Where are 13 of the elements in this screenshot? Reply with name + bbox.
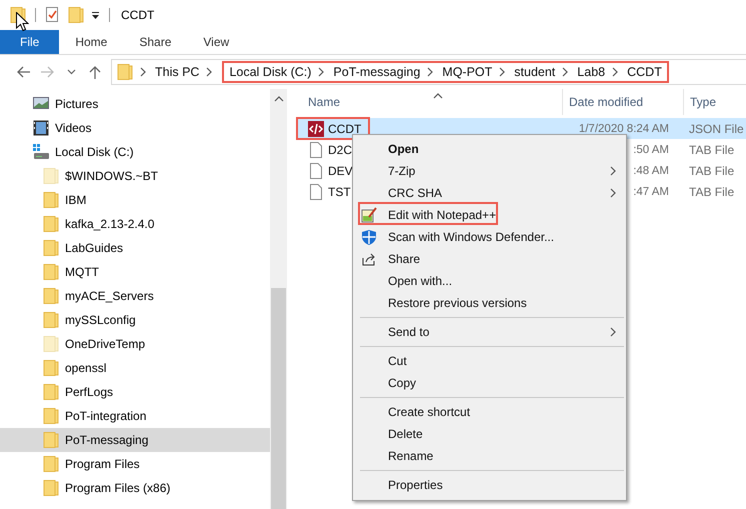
type-cell-text: TAB File [688, 142, 736, 156]
type-cell-text: TAB File [688, 184, 736, 198]
window-title: CCDT [121, 8, 154, 22]
date-cell-text: :47 AM [632, 186, 670, 198]
type-cell-text: JSON File [688, 122, 745, 136]
file-name: D2C [328, 142, 352, 156]
file-name: DEV [328, 164, 353, 178]
file-name: TST [328, 184, 351, 198]
file-name: CCDT [328, 122, 362, 136]
type-cell-text: TAB File [688, 164, 736, 178]
date-cell-text: :50 AM [632, 144, 670, 156]
date-cell-text: :48 AM [632, 164, 670, 176]
date-cell-text: 1/7/2020 8:24 AM [578, 122, 670, 134]
